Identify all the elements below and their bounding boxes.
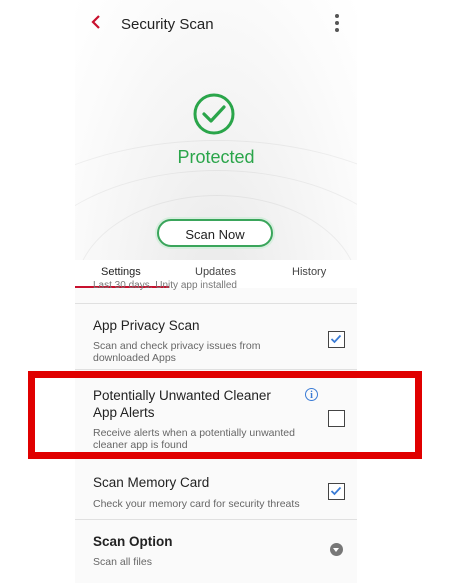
tab-history[interactable]: History <box>292 266 326 278</box>
chevron-left-icon <box>91 15 100 29</box>
list-item-scan-option[interactable]: Scan Option Scan all files <box>75 519 357 583</box>
phone-screen: Security Scan Protected Scan Now Setting… <box>75 0 357 583</box>
check-circle-icon <box>193 93 235 135</box>
protection-status: Protected <box>177 147 255 167</box>
item-description: Scan and check privacy issues from downl… <box>93 340 261 364</box>
checkmark-icon <box>330 334 342 344</box>
scan-now-button[interactable]: Scan Now <box>157 219 273 247</box>
item-title: Scan Memory Card <box>93 475 210 490</box>
more-vertical-icon <box>333 14 341 32</box>
checkmark-icon <box>330 486 342 496</box>
item-description: Check your memory card for security thre… <box>93 498 300 510</box>
item-description: Scan all files <box>93 556 152 568</box>
back-button[interactable] <box>91 14 101 34</box>
page-title: Security Scan <box>121 16 214 33</box>
list-item: Last 30 days. Unity app installed <box>75 280 357 303</box>
more-menu-button[interactable] <box>333 12 341 36</box>
top-bar: Security Scan <box>75 0 357 50</box>
app-privacy-scan-checkbox[interactable] <box>328 331 345 348</box>
tab-updates[interactable]: Updates <box>195 266 236 278</box>
list-item-app-privacy-scan[interactable]: App Privacy Scan Scan and check privacy … <box>75 303 357 370</box>
tab-settings[interactable]: Settings <box>101 266 141 278</box>
highlight-box <box>28 371 422 459</box>
clipped-description: Last 30 days. Unity app installed <box>93 280 237 291</box>
item-title: Scan Option <box>93 534 173 549</box>
dropdown-icon[interactable] <box>330 543 343 556</box>
item-title: App Privacy Scan <box>93 318 200 333</box>
list-item-scan-memory-card[interactable]: Scan Memory Card Check your memory card … <box>75 457 357 520</box>
scan-memory-card-checkbox[interactable] <box>328 483 345 500</box>
